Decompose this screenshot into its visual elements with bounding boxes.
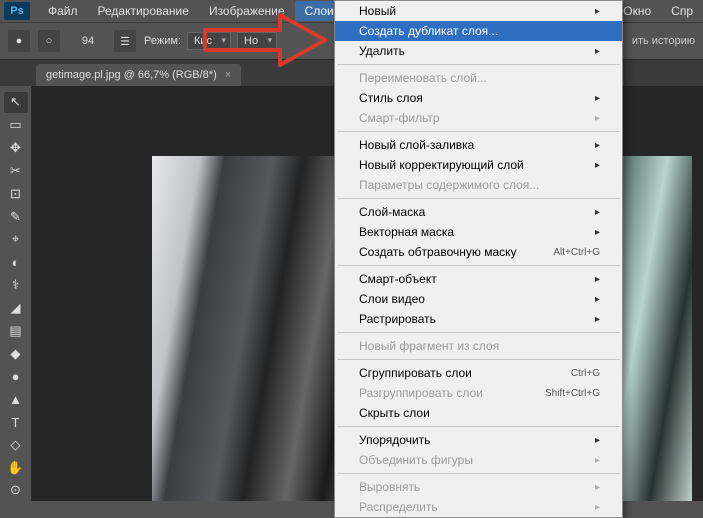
brush-combo[interactable]: Кис bbox=[187, 32, 231, 50]
brush-panel-icon[interactable]: ☰ bbox=[114, 30, 136, 52]
tool-icon[interactable]: ⚕ bbox=[4, 275, 28, 296]
menu-item-label: Новый слой-заливка bbox=[359, 138, 474, 152]
menu-separator bbox=[337, 332, 620, 333]
menu-item[interactable]: Растрировать bbox=[335, 309, 622, 329]
menu-item-label: Растрировать bbox=[359, 312, 436, 326]
tool-icon[interactable]: ✎ bbox=[4, 206, 28, 227]
tool-icon[interactable]: ◆ bbox=[4, 343, 28, 364]
tool-icon[interactable]: ● bbox=[4, 366, 28, 387]
menu-item-label: Упорядочить bbox=[359, 433, 430, 447]
close-icon[interactable]: × bbox=[225, 69, 231, 81]
menu-item-label: Слои видео bbox=[359, 292, 425, 306]
menu-item: Новый фрагмент из слоя bbox=[335, 336, 622, 356]
tool-icon[interactable]: ✋ bbox=[4, 457, 28, 478]
app-logo: Ps bbox=[4, 2, 30, 20]
menu-item[interactable]: Создать дубликат слоя... bbox=[335, 21, 622, 41]
menu-item-label: Параметры содержимого слоя... bbox=[359, 178, 539, 192]
menu-file[interactable]: Файл bbox=[38, 1, 88, 21]
document-tab-label: getimage.pl.jpg @ 66,7% (RGB/8*) bbox=[46, 69, 217, 81]
history-toggle-label: ить историю bbox=[632, 35, 703, 47]
brush-size-label: 94 bbox=[68, 35, 108, 47]
menu-item[interactable]: Новый bbox=[335, 1, 622, 21]
menu-item-label: Удалить bbox=[359, 44, 405, 58]
menu-separator bbox=[337, 359, 620, 360]
menu-item-label: Переименовать слой... bbox=[359, 71, 487, 85]
tool-icon[interactable]: ◇ bbox=[4, 434, 28, 455]
menu-image[interactable]: Изображение bbox=[199, 1, 295, 21]
menu-item-label: Распределить bbox=[359, 500, 438, 514]
menu-item-shortcut: Alt+Ctrl+G bbox=[553, 247, 600, 258]
menu-item[interactable]: Удалить bbox=[335, 41, 622, 61]
menu-item-label: Разгруппировать слои bbox=[359, 386, 483, 400]
menu-item: Смарт-фильтр bbox=[335, 108, 622, 128]
menu-edit[interactable]: Редактирование bbox=[88, 1, 199, 21]
menu-item-label: Векторная маска bbox=[359, 225, 454, 239]
menu-separator bbox=[337, 265, 620, 266]
tool-icon[interactable]: ⊡ bbox=[4, 183, 28, 204]
menu-item-label: Создать дубликат слоя... bbox=[359, 24, 498, 38]
tool-icon[interactable]: ✥ bbox=[4, 138, 28, 159]
menu-separator bbox=[337, 131, 620, 132]
menu-separator bbox=[337, 64, 620, 65]
menu-item-label: Сгруппировать слои bbox=[359, 366, 472, 380]
tool-icon[interactable]: ▲ bbox=[4, 389, 28, 410]
menu-item-label: Новый bbox=[359, 4, 396, 18]
mode-label: Режим: bbox=[144, 35, 181, 47]
menu-item[interactable]: Слои видео bbox=[335, 289, 622, 309]
menu-item-label: Объединить фигуры bbox=[359, 453, 473, 467]
tool-icon[interactable]: ▭ bbox=[4, 115, 28, 136]
mode-combo[interactable]: Но bbox=[237, 32, 277, 50]
menu-item-label: Новый фрагмент из слоя bbox=[359, 339, 499, 353]
tool-icon[interactable]: ⊙ bbox=[4, 480, 28, 501]
tool-icon[interactable]: ⌖ bbox=[4, 229, 28, 250]
menu-item[interactable]: Упорядочить bbox=[335, 430, 622, 450]
menu-item: Разгруппировать слои Shift+Ctrl+G bbox=[335, 383, 622, 403]
tool-icon[interactable]: ◢ bbox=[4, 297, 28, 318]
layers-menu-dropdown: Новый Создать дубликат слоя... Удалить Пере… bbox=[334, 0, 623, 518]
menu-item: Переименовать слой... bbox=[335, 68, 622, 88]
tool-preset-icon[interactable]: ● bbox=[8, 30, 30, 52]
menu-item[interactable]: Векторная маска bbox=[335, 222, 622, 242]
document-tab[interactable]: getimage.pl.jpg @ 66,7% (RGB/8*) × bbox=[36, 64, 241, 86]
menu-item[interactable]: Стиль слоя bbox=[335, 88, 622, 108]
menu-item[interactable]: Слой-маска bbox=[335, 202, 622, 222]
tool-icon[interactable]: ↖ bbox=[4, 92, 28, 113]
menu-item[interactable]: Сгруппировать слои Ctrl+G bbox=[335, 363, 622, 383]
menu-item-shortcut: Shift+Ctrl+G bbox=[545, 388, 600, 399]
menu-item-label: Смарт-объект bbox=[359, 272, 437, 286]
menu-item[interactable]: Смарт-объект bbox=[335, 269, 622, 289]
menu-item[interactable]: Новый слой-заливка bbox=[335, 135, 622, 155]
menu-separator bbox=[337, 426, 620, 427]
menu-item: Объединить фигуры bbox=[335, 450, 622, 470]
tool-icon[interactable]: ▤ bbox=[4, 320, 28, 341]
tool-icon[interactable]: ◐ bbox=[4, 252, 28, 273]
menu-item-label: Создать обтравочную маску bbox=[359, 245, 517, 259]
tool-icon[interactable]: ✂ bbox=[4, 160, 28, 181]
menu-item[interactable]: Создать обтравочную маску Alt+Ctrl+G bbox=[335, 242, 622, 262]
tool-icon[interactable]: T bbox=[4, 412, 28, 433]
menu-item-label: Скрыть слои bbox=[359, 406, 430, 420]
menu-separator bbox=[337, 473, 620, 474]
brush-preview-icon[interactable]: ○ bbox=[38, 30, 60, 52]
menu-item-shortcut: Ctrl+G bbox=[571, 368, 600, 379]
menu-item-label: Смарт-фильтр bbox=[359, 111, 440, 125]
tools-panel: ↖▭✥✂⊡✎⌖◐⚕◢▤◆●▲T◇✋⊙ bbox=[0, 86, 32, 501]
menu-item-label: Новый корректирующий слой bbox=[359, 158, 524, 172]
menu-item[interactable]: Новый корректирующий слой bbox=[335, 155, 622, 175]
menu-item-label: Выровнять bbox=[359, 480, 420, 494]
menu-item-label: Слой-маска bbox=[359, 205, 425, 219]
menu-item: Параметры содержимого слоя... bbox=[335, 175, 622, 195]
menu-item-label: Стиль слоя bbox=[359, 91, 423, 105]
menu-help[interactable]: Спр bbox=[661, 1, 703, 21]
menu-item: Распределить bbox=[335, 497, 622, 517]
menu-separator bbox=[337, 198, 620, 199]
menu-item: Выровнять bbox=[335, 477, 622, 497]
menu-item[interactable]: Скрыть слои bbox=[335, 403, 622, 423]
